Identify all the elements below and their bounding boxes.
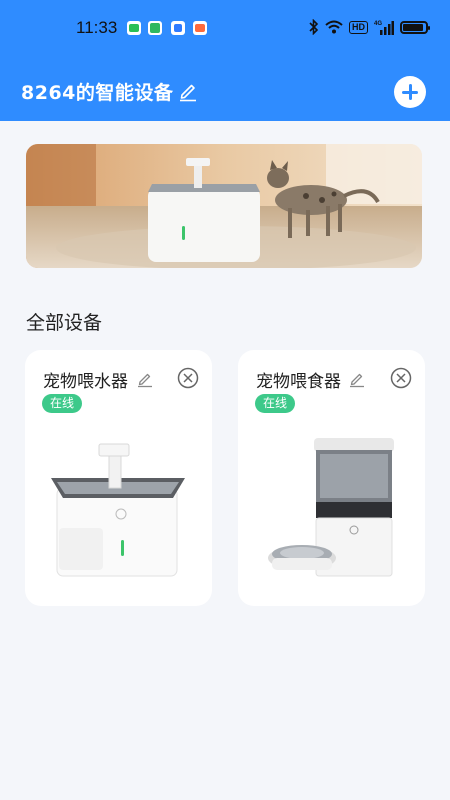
bluetooth-icon bbox=[309, 19, 319, 35]
wechat-icon bbox=[127, 21, 141, 35]
signal-icon: 4G bbox=[374, 21, 394, 35]
banner-image[interactable] bbox=[26, 144, 422, 268]
app-icon bbox=[193, 21, 207, 35]
close-circle-icon[interactable] bbox=[390, 367, 412, 389]
add-device-button[interactable] bbox=[394, 76, 426, 108]
device-card-water-fountain[interactable]: 宠物喂水器 在线 bbox=[25, 350, 212, 606]
network-type-label: 4G bbox=[374, 21, 382, 27]
close-circle-icon[interactable] bbox=[177, 367, 199, 389]
wifi-icon bbox=[325, 20, 343, 34]
device-name: 宠物喂食器 bbox=[256, 372, 341, 392]
device-card-feeder[interactable]: 宠物喂食器 在线 bbox=[238, 350, 425, 606]
app-header: 11:33 HD 4G 8264的智能设备 bbox=[0, 0, 450, 121]
pencil-icon[interactable] bbox=[348, 370, 366, 388]
device-image bbox=[268, 438, 394, 577]
status-bar: 11:33 HD 4G bbox=[0, 0, 450, 56]
status-badge: 在线 bbox=[42, 394, 83, 413]
device-image bbox=[51, 443, 185, 577]
pencil-icon[interactable] bbox=[136, 370, 154, 388]
status-badge: 在线 bbox=[255, 394, 296, 413]
device-name: 宠物喂水器 bbox=[43, 372, 128, 392]
page-title: 8264的智能设备 bbox=[21, 82, 174, 104]
browser-icon bbox=[171, 21, 185, 35]
section-title: 全部设备 bbox=[26, 312, 103, 334]
status-time: 11:33 bbox=[76, 18, 118, 37]
system-icons: HD 4G bbox=[309, 17, 430, 37]
pencil-icon[interactable] bbox=[177, 80, 199, 102]
battery-icon bbox=[400, 20, 430, 34]
chat-icon bbox=[148, 21, 162, 35]
hd-badge: HD bbox=[349, 20, 368, 34]
